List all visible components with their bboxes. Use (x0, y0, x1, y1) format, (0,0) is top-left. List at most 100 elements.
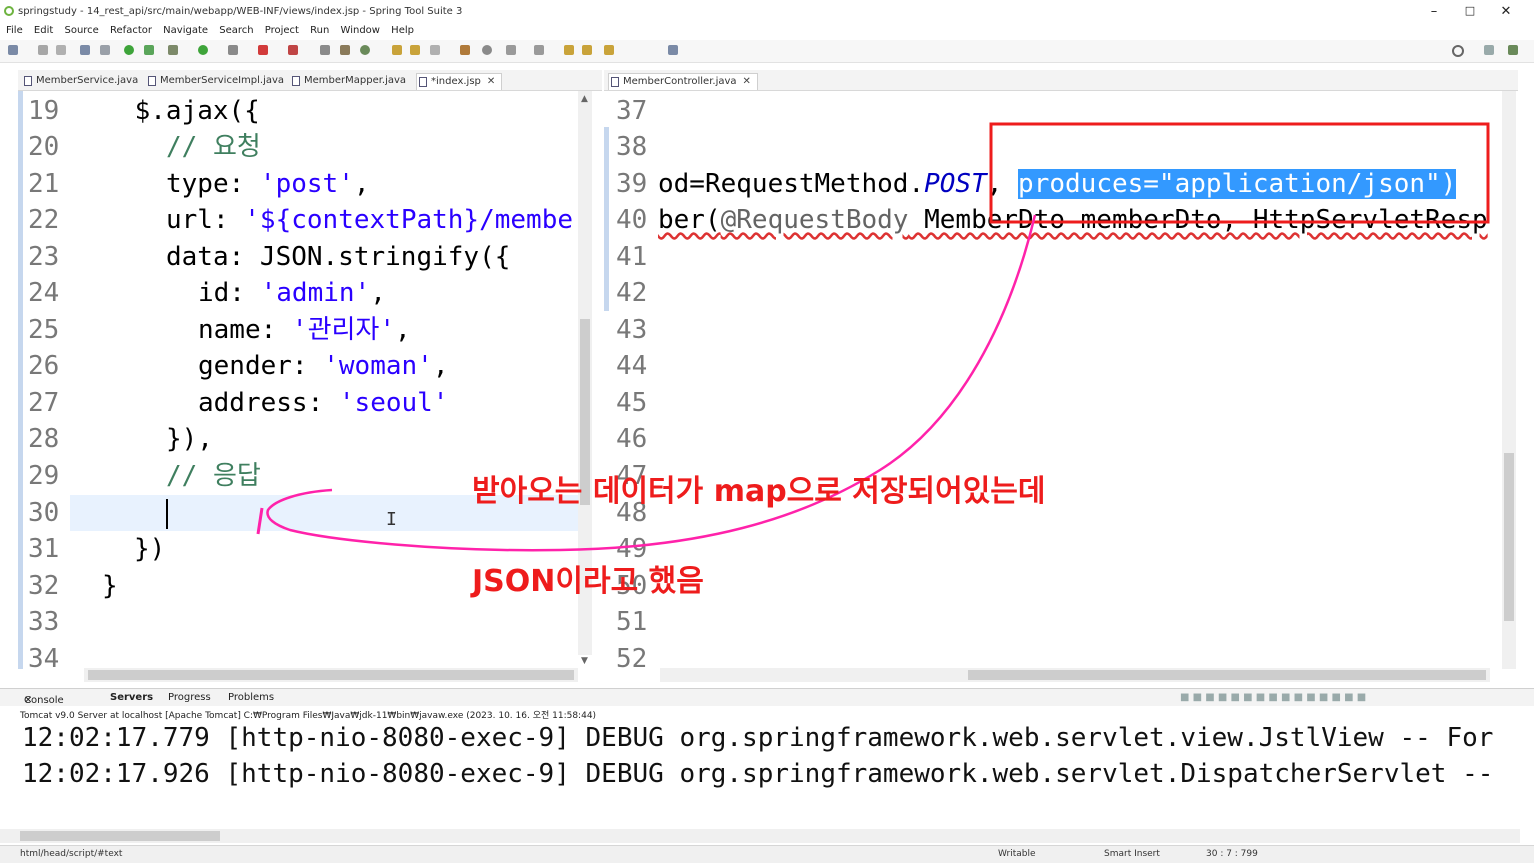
line-number: 26 (28, 351, 60, 381)
line-number: 46 (616, 424, 648, 454)
build-icon[interactable] (340, 45, 350, 55)
tab-problems[interactable]: Problems (228, 692, 274, 703)
menu-search[interactable]: Search (219, 25, 253, 36)
skip-breakpoints-icon[interactable] (100, 45, 110, 55)
search-toolbar-icon[interactable] (482, 45, 492, 55)
line-number: 52 (616, 644, 648, 669)
open-folder-icon[interactable] (392, 45, 402, 55)
pin-editor-icon[interactable] (668, 45, 678, 55)
tab-label: MemberService.java (36, 75, 139, 86)
console-horizontal-scrollbar[interactable] (0, 829, 1520, 843)
scroll-thumb[interactable] (1504, 453, 1514, 621)
start-server-icon[interactable] (124, 45, 134, 55)
jsp-file-icon (419, 77, 427, 87)
code-string: '${contextPath}/membe (244, 205, 574, 235)
menu-source[interactable]: Source (64, 25, 98, 36)
perspective-icon[interactable] (1484, 45, 1494, 55)
scroll-thumb[interactable] (20, 831, 220, 841)
last-edit-icon[interactable] (564, 45, 574, 55)
back-icon[interactable] (582, 45, 592, 55)
tab-member-controller[interactable]: MemberController.java ✕ (608, 73, 758, 90)
code-line: address: 'seoul' (198, 385, 448, 421)
menu-file[interactable]: File (6, 25, 23, 36)
menu-navigate[interactable]: Navigate (163, 25, 208, 36)
task-icon[interactable] (460, 45, 470, 55)
right-vertical-scrollbar[interactable] (1502, 91, 1516, 669)
save-icon[interactable] (38, 45, 48, 55)
tab-index-jsp[interactable]: *index.jsp ✕ (416, 73, 503, 90)
close-tab-icon[interactable]: ✕ (24, 695, 32, 706)
tab-member-service[interactable]: MemberService.java (22, 73, 138, 89)
profile-icon[interactable] (288, 45, 298, 55)
menu-window[interactable]: Window (341, 25, 380, 36)
console-tabbar: Console ✕ Servers Progress Problems ■ ■ … (0, 688, 1534, 707)
code-key: id: (198, 278, 261, 308)
tab-member-service-impl[interactable]: MemberServiceImpl.java (146, 73, 284, 89)
java-file-icon (148, 76, 156, 86)
run-icon[interactable] (198, 45, 208, 55)
code-text: MemberDto memberDto, HttpServletResp (908, 205, 1488, 235)
menu-bar: File Edit Source Refactor Navigate Searc… (0, 24, 1534, 40)
scroll-down-arrow-icon[interactable]: ▼ (581, 656, 588, 666)
scroll-thumb[interactable] (968, 670, 1486, 680)
edit-icon[interactable] (430, 45, 440, 55)
prev-annotation-icon[interactable] (534, 45, 544, 55)
change-ruler (604, 127, 609, 311)
line-number: 31 (28, 534, 60, 564)
minimize-button[interactable]: – (1424, 4, 1444, 19)
console-toolbar-icons[interactable]: ■ ■ ■ ■ ■ ■ ■ ■ ■ ■ ■ ■ ■ ■ ■ (1180, 692, 1366, 703)
forward-icon[interactable] (604, 45, 614, 55)
status-bar: html/head/script/#text Writable Smart In… (0, 845, 1534, 863)
status-insert-mode: Smart Insert (1104, 849, 1160, 859)
menu-project[interactable]: Project (265, 25, 299, 36)
next-annotation-icon[interactable] (506, 45, 516, 55)
external-tools-icon[interactable] (228, 45, 238, 55)
java-file-icon (611, 77, 619, 87)
code-constant: POST (924, 169, 987, 199)
console-output[interactable]: 12:02:17.779 [http-nio-8080-exec-9] DEBU… (0, 720, 1524, 830)
line-number: 51 (616, 607, 648, 637)
close-window-button[interactable]: ✕ (1496, 4, 1516, 19)
line-number: 41 (616, 242, 648, 272)
line-number: 37 (616, 96, 648, 126)
code-line: }), (166, 424, 213, 454)
spring-perspective-icon[interactable] (1508, 45, 1518, 55)
code-text: ber( (658, 205, 721, 235)
menu-help[interactable]: Help (391, 25, 414, 36)
right-code-editor[interactable]: 37 38 39 40 41 42 43 44 45 46 47 48 49 5… (604, 91, 1504, 669)
left-horizontal-scrollbar[interactable] (84, 668, 578, 682)
code-string: 'admin' (260, 278, 371, 308)
open-file-icon[interactable] (410, 45, 420, 55)
code-key: address: (198, 388, 339, 418)
new-icon[interactable] (8, 45, 18, 55)
scroll-thumb[interactable] (88, 670, 574, 680)
debug-icon[interactable] (168, 45, 178, 55)
right-horizontal-scrollbar[interactable] (660, 668, 1490, 682)
menu-run[interactable]: Run (310, 25, 329, 36)
close-tab-icon[interactable]: ✕ (743, 76, 751, 87)
code-comment: // 요청 (166, 132, 261, 162)
maximize-button[interactable]: □ (1460, 4, 1480, 17)
code-line: ber(@RequestBody MemberDto memberDto, Ht… (658, 202, 1488, 238)
line-number: 38 (616, 132, 648, 162)
scroll-up-arrow-icon[interactable]: ▲ (581, 94, 588, 104)
change-ruler (18, 91, 23, 669)
save-all-icon[interactable] (56, 45, 66, 55)
console-log-line: 12:02:17.926 [http-nio-8080-exec-9] DEBU… (22, 759, 1494, 789)
status-writable: Writable (998, 849, 1036, 859)
window-title: springstudy - 14_rest_api/src/main/webap… (18, 6, 463, 17)
quick-access-search-icon[interactable] (1452, 45, 1464, 57)
line-number: 25 (28, 315, 60, 345)
console-icon[interactable] (80, 45, 90, 55)
close-tab-icon[interactable]: ✕ (487, 76, 495, 87)
open-type-icon[interactable] (360, 45, 370, 55)
refresh-icon[interactable] (144, 45, 154, 55)
tab-servers[interactable]: Servers (110, 692, 153, 703)
right-editor-tabbar: MemberController.java ✕ (604, 70, 1518, 91)
tab-progress[interactable]: Progress (168, 692, 211, 703)
menu-edit[interactable]: Edit (34, 25, 53, 36)
deploy-icon[interactable] (320, 45, 330, 55)
stop-icon[interactable] (258, 45, 268, 55)
menu-refactor[interactable]: Refactor (110, 25, 152, 36)
tab-member-mapper[interactable]: MemberMapper.java (290, 73, 406, 89)
